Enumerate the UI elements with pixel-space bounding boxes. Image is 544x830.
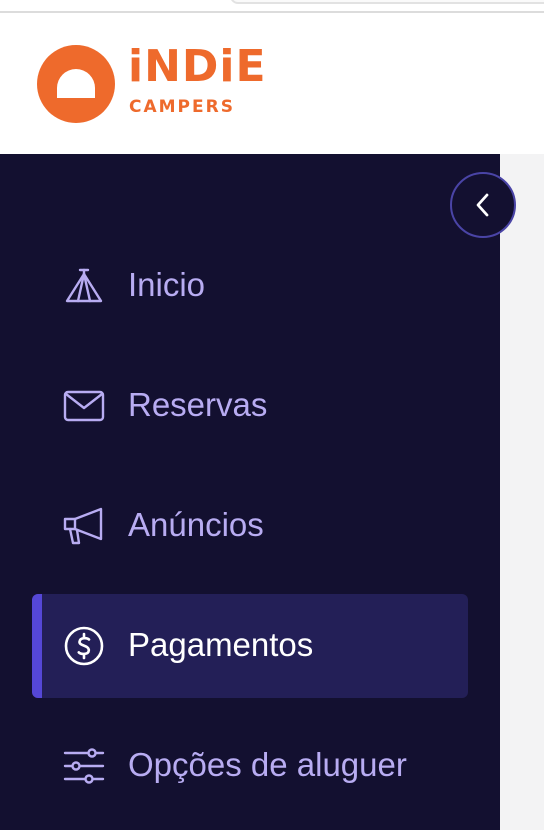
sidebar: Inicio Reservas Anúncios Pagamentos Opçõ… [0, 154, 500, 830]
indie-campers-logo[interactable]: iNDiE CAMPERS [36, 41, 276, 124]
logo-mark-icon [37, 45, 115, 123]
sidebar-collapse-button[interactable] [450, 172, 516, 238]
main-content-area [500, 154, 544, 830]
browser-top-strip [0, 0, 544, 14]
sidebar-item-label: Anúncios [128, 506, 264, 543]
tent-icon [62, 266, 106, 306]
sidebar-item-label: Opções de aluguer [128, 746, 407, 783]
sidebar-item-anuncios[interactable]: Anúncios [32, 474, 468, 578]
dollar-circle-icon [62, 626, 106, 666]
sidebar-item-reservas[interactable]: Reservas [32, 354, 468, 458]
sidebar-item-opcoes-de-aluguer[interactable]: Opções de aluguer [32, 714, 468, 818]
logo-wordmark-top: iNDiE [128, 41, 267, 92]
sidebar-item-label: Pagamentos [128, 626, 314, 663]
sidebar-item-label: Inicio [128, 266, 206, 303]
sliders-icon [62, 746, 106, 786]
logo-wordmark-bottom: CAMPERS [129, 97, 235, 117]
megaphone-icon [62, 506, 106, 546]
sidebar-item-pagamentos[interactable]: Pagamentos [32, 594, 468, 698]
chevron-left-icon [472, 192, 494, 218]
app-header: iNDiE CAMPERS [0, 14, 544, 154]
envelope-icon [62, 386, 106, 426]
browser-address-bar[interactable] [230, 0, 544, 4]
browser-divider [0, 11, 544, 13]
sidebar-item-label: Reservas [128, 386, 268, 423]
sidebar-item-inicio[interactable]: Inicio [32, 234, 468, 338]
